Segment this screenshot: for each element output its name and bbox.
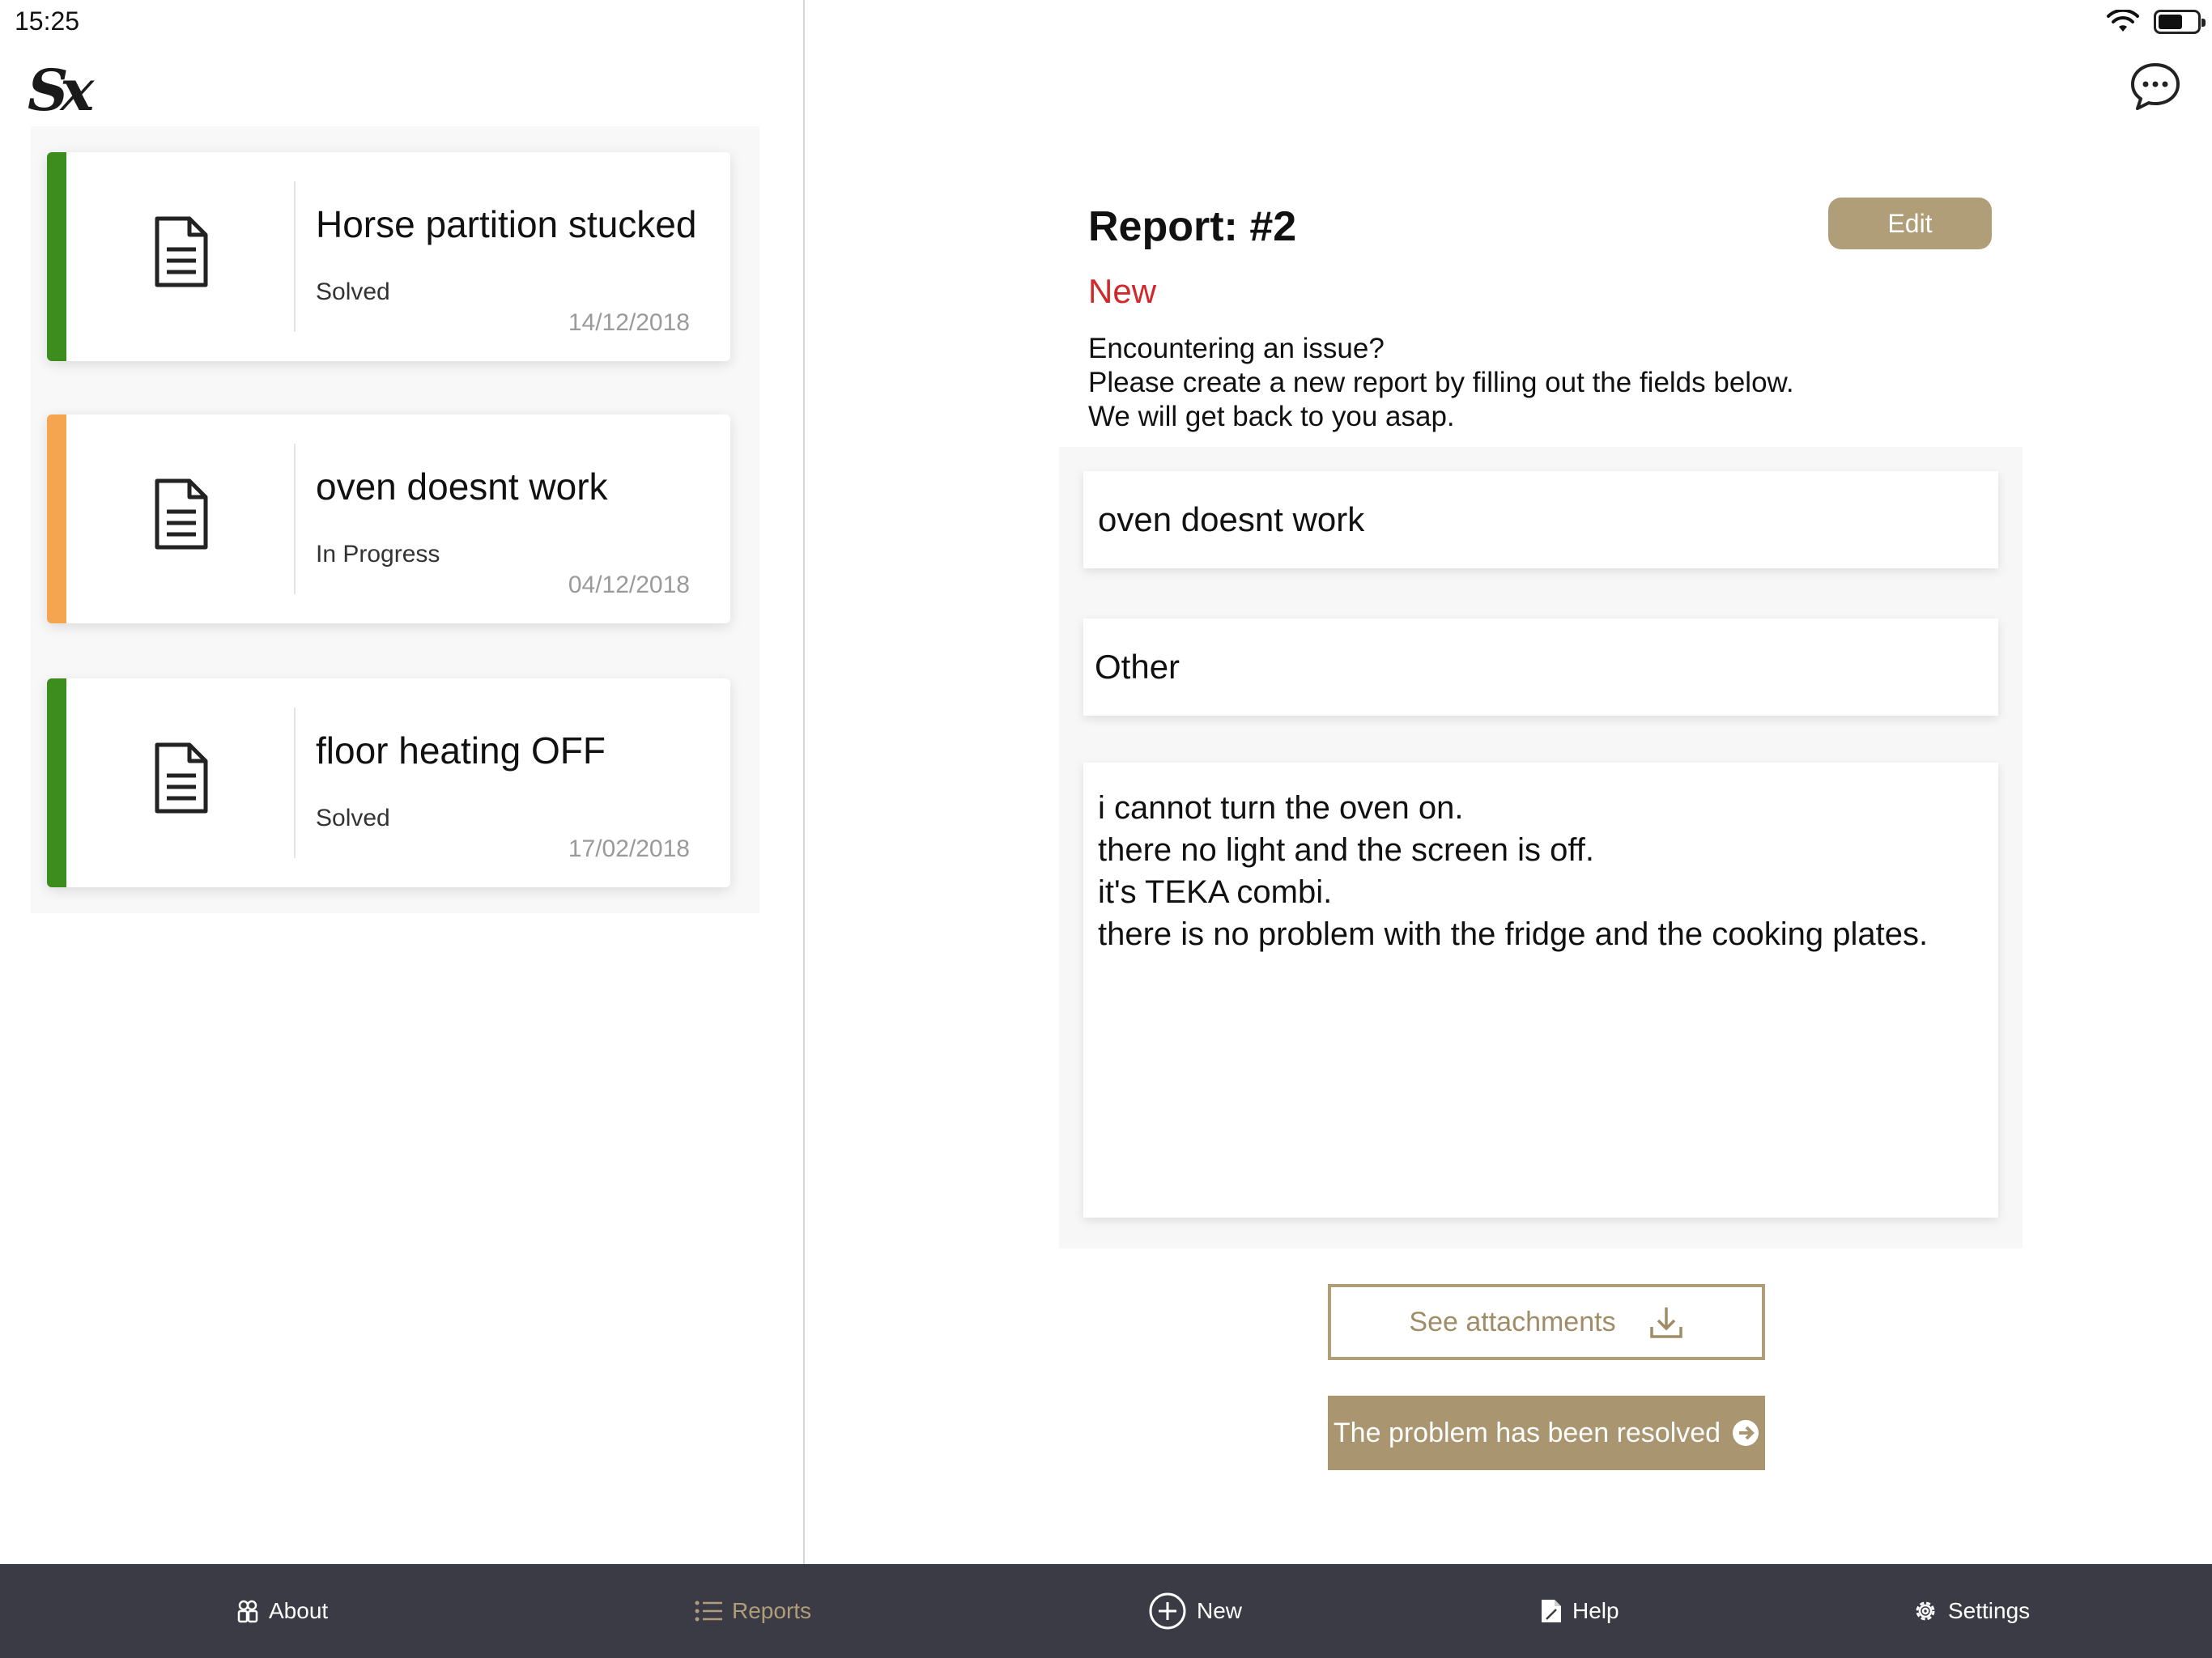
tab-bar: About Reports New Help Settings [0, 1564, 2212, 1658]
report-list: Horse partition stucked Solved 14/12/201… [31, 126, 759, 913]
tab-help[interactable]: Help [1540, 1564, 1619, 1658]
list-icon [695, 1601, 722, 1622]
title-field[interactable]: oven doesnt work [1083, 471, 1998, 568]
tab-label: Settings [1948, 1598, 2031, 1623]
tab-about[interactable]: About [236, 1564, 328, 1658]
tab-label: Reports [732, 1598, 812, 1623]
intro-line: We will get back to you asap. [1088, 401, 1455, 432]
status-indicator-bar [47, 678, 66, 887]
card-separator [294, 708, 296, 858]
problem-resolved-label: The problem has been resolved [1333, 1417, 1721, 1448]
report-status: In Progress [316, 541, 440, 568]
problem-resolved-button[interactable]: The problem has been resolved [1328, 1396, 1765, 1470]
document-icon [155, 478, 208, 550]
chat-icon[interactable] [2129, 62, 2181, 112]
see-attachments-button[interactable]: See attachments [1328, 1284, 1765, 1360]
report-title: Horse partition stucked [316, 203, 697, 245]
status-indicator-bar [47, 152, 66, 361]
pane-divider [803, 0, 805, 1564]
category-field[interactable]: Other [1083, 619, 1998, 716]
report-card[interactable]: Horse partition stucked Solved 14/12/201… [47, 152, 730, 361]
wifi-icon [2107, 10, 2139, 32]
description-field[interactable]: i cannot turn the oven on. there no ligh… [1083, 763, 1998, 1218]
see-attachments-label: See attachments [1409, 1306, 1616, 1337]
tab-settings[interactable]: Settings [1912, 1564, 2030, 1658]
document-icon [155, 216, 208, 287]
app-logo: Sx [28, 57, 94, 124]
report-title: oven doesnt work [316, 466, 608, 508]
status-time: 15:25 [15, 6, 80, 36]
gear-icon [1916, 1601, 1935, 1621]
help-document-icon [1542, 1600, 1561, 1622]
report-date: 04/12/2018 [568, 572, 690, 598]
arrow-right-circle-icon [1733, 1420, 1759, 1446]
status-indicator-bar [47, 414, 66, 623]
report-date: 14/12/2018 [568, 309, 690, 336]
tab-label: About [269, 1598, 329, 1623]
report-heading: Report: #2 [1088, 203, 1297, 250]
report-detail-status: New [1088, 272, 1157, 310]
tab-label: Help [1572, 1598, 1619, 1623]
report-card[interactable]: oven doesnt work In Progress 04/12/2018 [47, 414, 730, 623]
battery-icon [2154, 10, 2206, 34]
intro-line: Encountering an issue? [1088, 333, 1385, 364]
download-icon [1649, 1307, 1682, 1338]
tab-reports[interactable]: Reports [695, 1564, 811, 1658]
report-date: 17/02/2018 [568, 835, 690, 862]
edit-button[interactable]: Edit [1828, 198, 1992, 249]
document-icon [155, 742, 208, 814]
report-status: Solved [316, 805, 390, 831]
tab-new[interactable]: New [1148, 1564, 1242, 1658]
intro-line: Please create a new report by filling ou… [1088, 367, 1794, 398]
intro-text: Encountering an issue? Please create a n… [1088, 332, 1794, 434]
plus-circle-icon [1149, 1592, 1186, 1630]
tab-label: New [1197, 1598, 1243, 1623]
about-icon [237, 1600, 258, 1623]
status-indicators [2107, 10, 2206, 34]
report-title: floor heating OFF [316, 729, 606, 772]
report-status: Solved [316, 278, 390, 305]
report-card[interactable]: floor heating OFF Solved 17/02/2018 [47, 678, 730, 887]
report-form: oven doesnt work Other i cannot turn the… [1059, 447, 2023, 1248]
card-separator [294, 444, 296, 594]
card-separator [294, 181, 296, 332]
